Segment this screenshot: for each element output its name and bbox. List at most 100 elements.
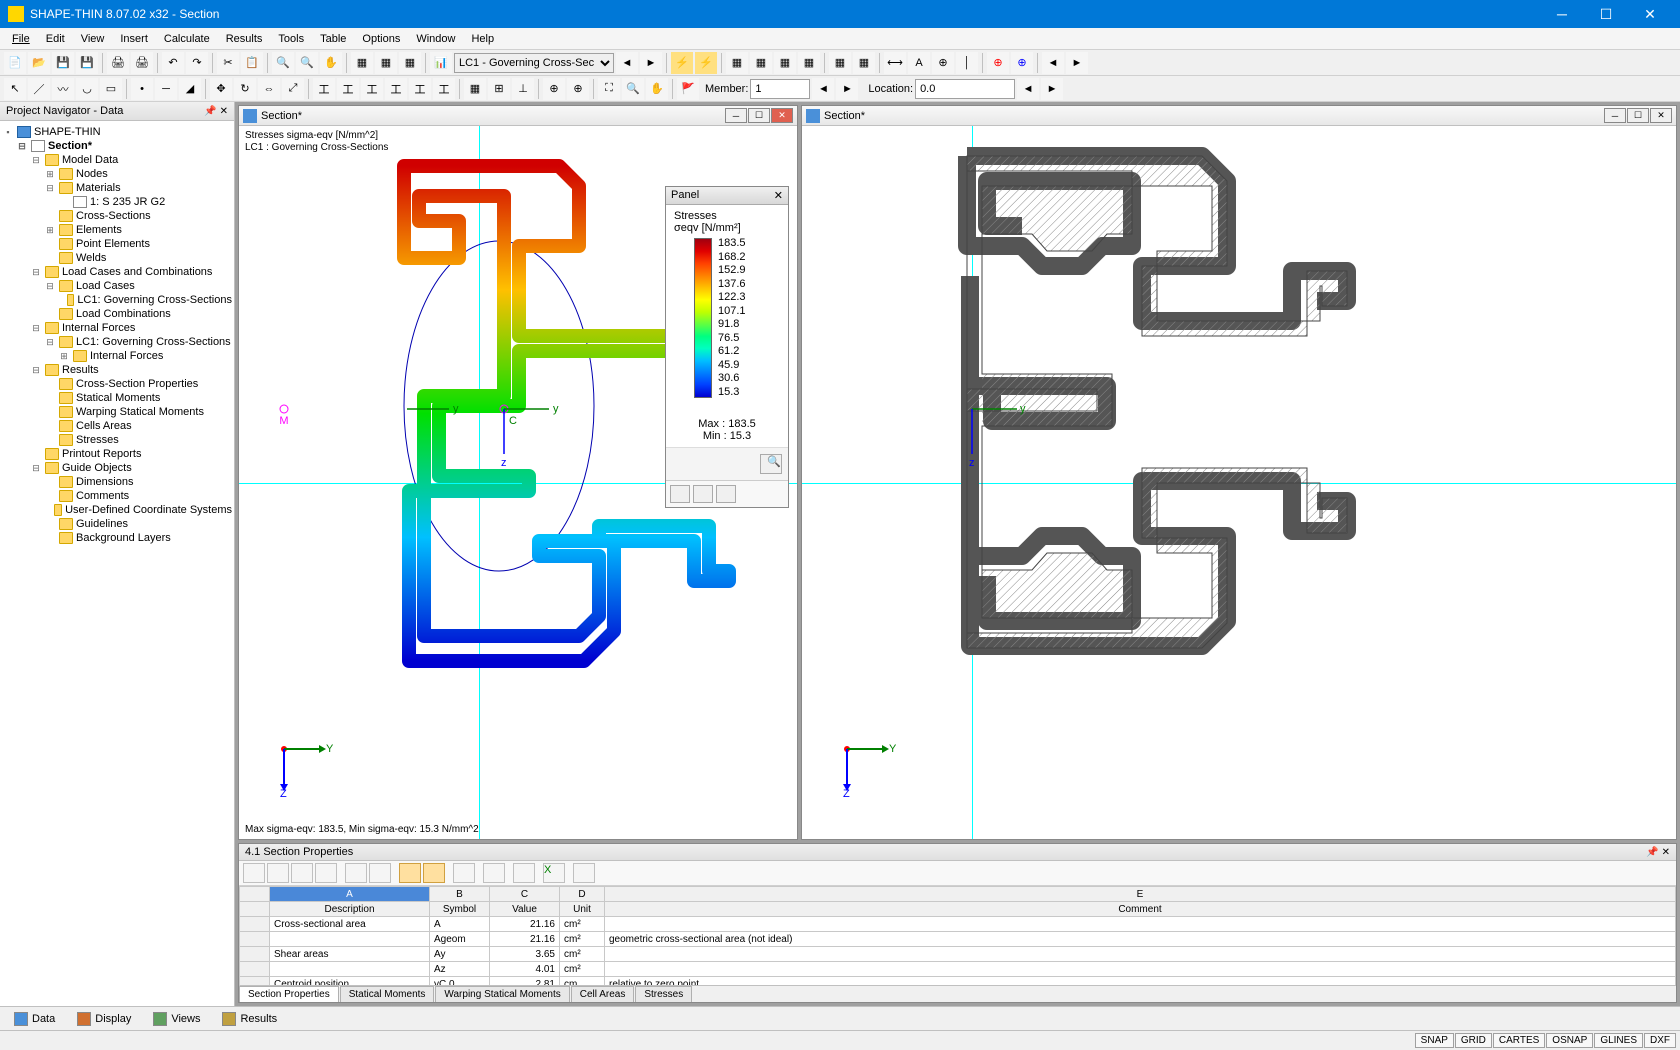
navigator-icon[interactable]: ▦ xyxy=(853,52,875,74)
menu-file[interactable]: File xyxy=(4,31,38,47)
rect-icon[interactable]: ▭ xyxy=(100,78,122,100)
profile1-icon[interactable]: 工 xyxy=(313,78,335,100)
rotate-icon[interactable]: ↻ xyxy=(234,78,256,100)
view-mode2-icon[interactable]: ▦ xyxy=(375,52,397,74)
grid-icon[interactable]: ▦ xyxy=(464,78,486,100)
status-glines[interactable]: GLINES xyxy=(1594,1033,1643,1048)
tbl-btn4[interactable] xyxy=(315,863,337,883)
tbl-calc-icon[interactable] xyxy=(573,863,595,883)
snap-icon[interactable]: ⊞ xyxy=(488,78,510,100)
prev-loadcase-icon[interactable]: ◄ xyxy=(616,52,638,74)
tbl-btn10[interactable] xyxy=(483,863,505,883)
loadcase-select[interactable]: LC1 - Governing Cross-Sec xyxy=(454,53,614,73)
axis-blue-icon[interactable]: ⊕ xyxy=(1011,52,1033,74)
tab-data[interactable]: Data xyxy=(4,1009,65,1029)
close-icon[interactable]: ✕ xyxy=(771,108,793,123)
profile4-icon[interactable]: 工 xyxy=(385,78,407,100)
view-mode-icon[interactable]: ▦ xyxy=(351,52,373,74)
axis-red-icon[interactable]: ⊕ xyxy=(987,52,1009,74)
nav-last-icon[interactable]: ► xyxy=(1066,52,1088,74)
minimize-icon[interactable]: ─ xyxy=(725,108,747,123)
profile5-icon[interactable]: 工 xyxy=(409,78,431,100)
axis2-icon[interactable]: ⊕ xyxy=(567,78,589,100)
new-icon[interactable]: 📄 xyxy=(4,52,26,74)
menu-edit[interactable]: Edit xyxy=(38,31,73,47)
ucs-icon[interactable]: ⊕ xyxy=(932,52,954,74)
print-icon[interactable]: 🖨 xyxy=(107,52,129,74)
flag-icon[interactable]: 🚩 xyxy=(677,78,699,100)
tab-cells[interactable]: Cell Areas xyxy=(571,986,635,1002)
minimize-icon[interactable]: ─ xyxy=(1604,108,1626,123)
view-pan-icon[interactable]: ✋ xyxy=(646,78,668,100)
tbl-btn2[interactable] xyxy=(267,863,289,883)
results3-icon[interactable]: ▦ xyxy=(774,52,796,74)
guide-icon[interactable]: │ xyxy=(956,52,978,74)
dim-icon[interactable]: ⟷ xyxy=(884,52,906,74)
tab-section-props[interactable]: Section Properties xyxy=(239,986,339,1002)
results4-icon[interactable]: ▦ xyxy=(798,52,820,74)
menu-help[interactable]: Help xyxy=(463,31,502,47)
maximize-icon[interactable]: ☐ xyxy=(1627,108,1649,123)
save-icon[interactable]: 💾 xyxy=(52,52,74,74)
undo-icon[interactable]: ↶ xyxy=(162,52,184,74)
member-input[interactable] xyxy=(750,79,810,99)
results2-icon[interactable]: ▦ xyxy=(750,52,772,74)
calculate-icon[interactable]: ⚡ xyxy=(671,52,693,74)
canvas-right[interactable]: y z Y Z xyxy=(802,126,1676,839)
maximize-icon[interactable]: ☐ xyxy=(748,108,770,123)
next-loadcase-icon[interactable]: ► xyxy=(640,52,662,74)
legend-opt3-icon[interactable] xyxy=(716,485,736,503)
status-dxf[interactable]: DXF xyxy=(1644,1033,1676,1048)
profile6-icon[interactable]: 工 xyxy=(433,78,455,100)
navigator-tree[interactable]: ▪SHAPE-THIN ⊟Section* ⊟Model Data ⊞Nodes… xyxy=(0,121,234,1006)
pan-icon[interactable]: ✋ xyxy=(320,52,342,74)
minimize-button[interactable]: ─ xyxy=(1540,0,1584,28)
nav-first-icon[interactable]: ◄ xyxy=(1042,52,1064,74)
tab-stresses[interactable]: Stresses xyxy=(635,986,692,1002)
cut-icon[interactable]: ✂ xyxy=(217,52,239,74)
status-osnap[interactable]: OSNAP xyxy=(1546,1033,1593,1048)
select-icon[interactable]: ↖ xyxy=(4,78,26,100)
menu-options[interactable]: Options xyxy=(354,31,408,47)
location-prev-icon[interactable]: ◄ xyxy=(1017,78,1039,100)
pin-icon[interactable]: 📌 ✕ xyxy=(204,106,228,117)
tbl-btn1[interactable] xyxy=(243,863,265,883)
tbl-btn3[interactable] xyxy=(291,863,313,883)
tbl-btn5[interactable] xyxy=(345,863,367,883)
tbl-btn9[interactable] xyxy=(453,863,475,883)
menu-calculate[interactable]: Calculate xyxy=(156,31,218,47)
polyline-icon[interactable]: 〰 xyxy=(52,78,74,100)
legend-close-icon[interactable]: ✕ xyxy=(774,189,783,202)
text-icon[interactable]: A xyxy=(908,52,930,74)
tab-results[interactable]: Results xyxy=(212,1009,287,1029)
location-input[interactable] xyxy=(915,79,1015,99)
tbl-btn8[interactable] xyxy=(423,863,445,883)
loadcase-icon[interactable]: 📊 xyxy=(430,52,452,74)
weld-icon[interactable]: ◢ xyxy=(179,78,201,100)
tab-statical[interactable]: Statical Moments xyxy=(340,986,435,1002)
tab-views[interactable]: Views xyxy=(143,1009,210,1029)
properties-table[interactable]: A B C D E Description Symbol Value Unit … xyxy=(239,886,1676,985)
zoom-window-icon[interactable]: 🔍 xyxy=(296,52,318,74)
element-icon[interactable]: ─ xyxy=(155,78,177,100)
legend-zoom-icon[interactable]: 🔍 xyxy=(760,454,782,474)
menu-tools[interactable]: Tools xyxy=(270,31,312,47)
tab-display[interactable]: Display xyxy=(67,1009,141,1029)
menu-window[interactable]: Window xyxy=(408,31,463,47)
menu-view[interactable]: View xyxy=(73,31,113,47)
line-icon[interactable]: ／ xyxy=(28,78,50,100)
table-pin-icon[interactable]: 📌 ✕ xyxy=(1646,847,1670,858)
profile3-icon[interactable]: 工 xyxy=(361,78,383,100)
arc-icon[interactable]: ◡ xyxy=(76,78,98,100)
status-grid[interactable]: GRID xyxy=(1455,1033,1492,1048)
close-icon[interactable]: ✕ xyxy=(1650,108,1672,123)
menu-results[interactable]: Results xyxy=(218,31,271,47)
legend-opt2-icon[interactable] xyxy=(693,485,713,503)
redo-icon[interactable]: ↷ xyxy=(186,52,208,74)
node-icon[interactable]: • xyxy=(131,78,153,100)
origin-icon[interactable]: ⊕ xyxy=(543,78,565,100)
member-prev-icon[interactable]: ◄ xyxy=(812,78,834,100)
move-icon[interactable]: ✥ xyxy=(210,78,232,100)
menu-insert[interactable]: Insert xyxy=(112,31,156,47)
tbl-btn11[interactable] xyxy=(513,863,535,883)
